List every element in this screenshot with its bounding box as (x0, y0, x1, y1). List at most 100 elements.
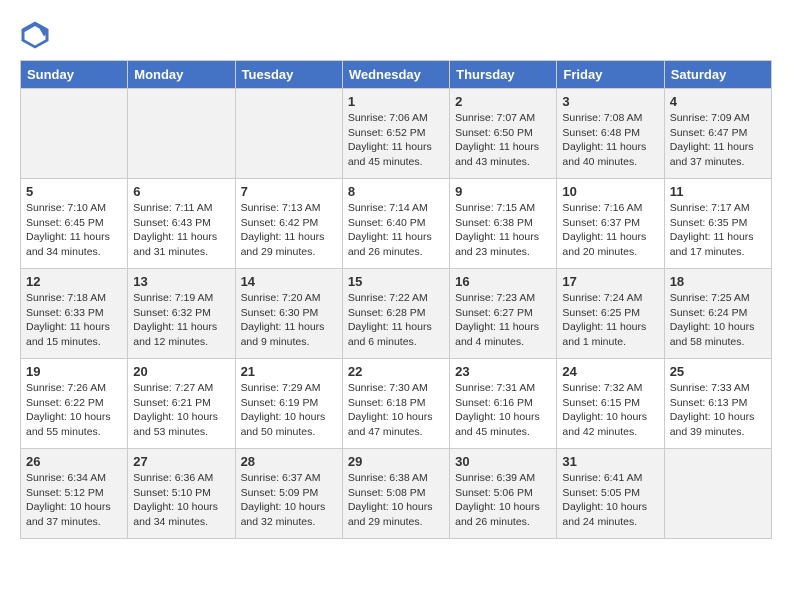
day-number: 9 (455, 184, 551, 199)
cell-content: Sunrise: 7:16 AM Sunset: 6:37 PM Dayligh… (562, 201, 658, 260)
calendar-cell: 13 Sunrise: 7:19 AM Sunset: 6:32 PM Dayli… (128, 269, 235, 359)
calendar-cell: 23 Sunrise: 7:31 AM Sunset: 6:16 PM Dayli… (450, 359, 557, 449)
cell-content: Sunrise: 7:08 AM Sunset: 6:48 PM Dayligh… (562, 111, 658, 170)
cell-content: Sunrise: 7:30 AM Sunset: 6:18 PM Dayligh… (348, 381, 444, 440)
calendar-cell: 22 Sunrise: 7:30 AM Sunset: 6:18 PM Dayli… (342, 359, 449, 449)
calendar-cell: 1Sunrise: 7:06 AM Sunset: 6:52 PM Daylig… (342, 89, 449, 179)
logo-icon (20, 20, 50, 50)
calendar-cell (21, 89, 128, 179)
day-number: 24 (562, 364, 658, 379)
calendar-cell: 24 Sunrise: 7:32 AM Sunset: 6:15 PM Dayli… (557, 359, 664, 449)
cell-content: Sunrise: 7:24 AM Sunset: 6:25 PM Dayligh… (562, 291, 658, 350)
calendar-cell: 28 Sunrise: 6:37 AM Sunset: 5:09 PM Dayli… (235, 449, 342, 539)
day-number: 4 (670, 94, 766, 109)
calendar-header-row: SundayMondayTuesdayWednesdayThursdayFrid… (21, 61, 772, 89)
calendar-cell: 25 Sunrise: 7:33 AM Sunset: 6:13 PM Dayli… (664, 359, 771, 449)
calendar-cell: 29Sunrise: 6:38 AM Sunset: 5:08 PM Dayli… (342, 449, 449, 539)
calendar-cell: 9 Sunrise: 7:15 AM Sunset: 6:38 PM Daylig… (450, 179, 557, 269)
calendar-week-row: 19 Sunrise: 7:26 AM Sunset: 6:22 PM Dayli… (21, 359, 772, 449)
calendar-cell: 12 Sunrise: 7:18 AM Sunset: 6:33 PM Dayli… (21, 269, 128, 359)
day-number: 10 (562, 184, 658, 199)
calendar-cell (128, 89, 235, 179)
day-number: 11 (670, 184, 766, 199)
logo (20, 20, 54, 50)
day-number: 16 (455, 274, 551, 289)
cell-content: Sunrise: 7:23 AM Sunset: 6:27 PM Dayligh… (455, 291, 551, 350)
day-number: 5 (26, 184, 122, 199)
cell-content: Sunrise: 7:33 AM Sunset: 6:13 PM Dayligh… (670, 381, 766, 440)
calendar-cell: 10 Sunrise: 7:16 AM Sunset: 6:37 PM Dayli… (557, 179, 664, 269)
day-of-week-header: Wednesday (342, 61, 449, 89)
cell-content: Sunrise: 7:31 AM Sunset: 6:16 PM Dayligh… (455, 381, 551, 440)
cell-content: Sunrise: 7:09 AM Sunset: 6:47 PM Dayligh… (670, 111, 766, 170)
day-number: 7 (241, 184, 337, 199)
day-number: 22 (348, 364, 444, 379)
cell-content: Sunrise: 7:13 AM Sunset: 6:42 PM Dayligh… (241, 201, 337, 260)
cell-content: Sunrise: 7:29 AM Sunset: 6:19 PM Dayligh… (241, 381, 337, 440)
calendar-cell: 17 Sunrise: 7:24 AM Sunset: 6:25 PM Dayli… (557, 269, 664, 359)
calendar-cell (664, 449, 771, 539)
cell-content: Sunrise: 7:25 AM Sunset: 6:24 PM Dayligh… (670, 291, 766, 350)
calendar-cell: 14Sunrise: 7:20 AM Sunset: 6:30 PM Dayli… (235, 269, 342, 359)
calendar-cell: 16 Sunrise: 7:23 AM Sunset: 6:27 PM Dayli… (450, 269, 557, 359)
cell-content: Sunrise: 7:07 AM Sunset: 6:50 PM Dayligh… (455, 111, 551, 170)
calendar-cell: 21 Sunrise: 7:29 AM Sunset: 6:19 PM Dayli… (235, 359, 342, 449)
day-number: 26 (26, 454, 122, 469)
cell-content: Sunrise: 7:27 AM Sunset: 6:21 PM Dayligh… (133, 381, 229, 440)
day-number: 6 (133, 184, 229, 199)
calendar-table: SundayMondayTuesdayWednesdayThursdayFrid… (20, 60, 772, 539)
cell-content: Sunrise: 7:26 AM Sunset: 6:22 PM Dayligh… (26, 381, 122, 440)
cell-content: Sunrise: 6:41 AM Sunset: 5:05 PM Dayligh… (562, 471, 658, 530)
calendar-cell: 27 Sunrise: 6:36 AM Sunset: 5:10 PM Dayli… (128, 449, 235, 539)
calendar-cell: 4 Sunrise: 7:09 AM Sunset: 6:47 PM Daylig… (664, 89, 771, 179)
cell-content: Sunrise: 7:11 AM Sunset: 6:43 PM Dayligh… (133, 201, 229, 260)
day-number: 23 (455, 364, 551, 379)
cell-content: Sunrise: 7:22 AM Sunset: 6:28 PM Dayligh… (348, 291, 444, 350)
day-number: 21 (241, 364, 337, 379)
cell-content: Sunrise: 7:17 AM Sunset: 6:35 PM Dayligh… (670, 201, 766, 260)
calendar-cell: 18Sunrise: 7:25 AM Sunset: 6:24 PM Dayli… (664, 269, 771, 359)
cell-content: Sunrise: 7:20 AM Sunset: 6:30 PM Dayligh… (241, 291, 337, 350)
cell-content: Sunrise: 7:32 AM Sunset: 6:15 PM Dayligh… (562, 381, 658, 440)
calendar-week-row: 1Sunrise: 7:06 AM Sunset: 6:52 PM Daylig… (21, 89, 772, 179)
calendar-cell: 30Sunrise: 6:39 AM Sunset: 5:06 PM Dayli… (450, 449, 557, 539)
day-number: 25 (670, 364, 766, 379)
cell-content: Sunrise: 7:10 AM Sunset: 6:45 PM Dayligh… (26, 201, 122, 260)
calendar-cell: 8Sunrise: 7:14 AM Sunset: 6:40 PM Daylig… (342, 179, 449, 269)
calendar-cell: 19 Sunrise: 7:26 AM Sunset: 6:22 PM Dayli… (21, 359, 128, 449)
calendar-cell: 11 Sunrise: 7:17 AM Sunset: 6:35 PM Dayli… (664, 179, 771, 269)
calendar-cell: 3Sunrise: 7:08 AM Sunset: 6:48 PM Daylig… (557, 89, 664, 179)
day-number: 29 (348, 454, 444, 469)
day-number: 19 (26, 364, 122, 379)
day-of-week-header: Monday (128, 61, 235, 89)
day-of-week-header: Sunday (21, 61, 128, 89)
day-number: 12 (26, 274, 122, 289)
day-of-week-header: Friday (557, 61, 664, 89)
day-number: 17 (562, 274, 658, 289)
cell-content: Sunrise: 7:18 AM Sunset: 6:33 PM Dayligh… (26, 291, 122, 350)
cell-content: Sunrise: 6:39 AM Sunset: 5:06 PM Dayligh… (455, 471, 551, 530)
cell-content: Sunrise: 7:06 AM Sunset: 6:52 PM Dayligh… (348, 111, 444, 170)
cell-content: Sunrise: 7:14 AM Sunset: 6:40 PM Dayligh… (348, 201, 444, 260)
day-number: 28 (241, 454, 337, 469)
day-number: 2 (455, 94, 551, 109)
day-number: 13 (133, 274, 229, 289)
calendar-cell: 7 Sunrise: 7:13 AM Sunset: 6:42 PM Daylig… (235, 179, 342, 269)
cell-content: Sunrise: 6:36 AM Sunset: 5:10 PM Dayligh… (133, 471, 229, 530)
calendar-week-row: 12 Sunrise: 7:18 AM Sunset: 6:33 PM Dayli… (21, 269, 772, 359)
calendar-cell: 2 Sunrise: 7:07 AM Sunset: 6:50 PM Daylig… (450, 89, 557, 179)
day-number: 27 (133, 454, 229, 469)
calendar-cell: 26 Sunrise: 6:34 AM Sunset: 5:12 PM Dayli… (21, 449, 128, 539)
calendar-cell: 31Sunrise: 6:41 AM Sunset: 5:05 PM Dayli… (557, 449, 664, 539)
day-number: 20 (133, 364, 229, 379)
calendar-cell: 15Sunrise: 7:22 AM Sunset: 6:28 PM Dayli… (342, 269, 449, 359)
day-of-week-header: Tuesday (235, 61, 342, 89)
calendar-cell: 5 Sunrise: 7:10 AM Sunset: 6:45 PM Daylig… (21, 179, 128, 269)
cell-content: Sunrise: 7:19 AM Sunset: 6:32 PM Dayligh… (133, 291, 229, 350)
calendar-week-row: 26 Sunrise: 6:34 AM Sunset: 5:12 PM Dayli… (21, 449, 772, 539)
calendar-cell (235, 89, 342, 179)
cell-content: Sunrise: 6:37 AM Sunset: 5:09 PM Dayligh… (241, 471, 337, 530)
cell-content: Sunrise: 6:34 AM Sunset: 5:12 PM Dayligh… (26, 471, 122, 530)
page-header (20, 20, 772, 50)
cell-content: Sunrise: 7:15 AM Sunset: 6:38 PM Dayligh… (455, 201, 551, 260)
